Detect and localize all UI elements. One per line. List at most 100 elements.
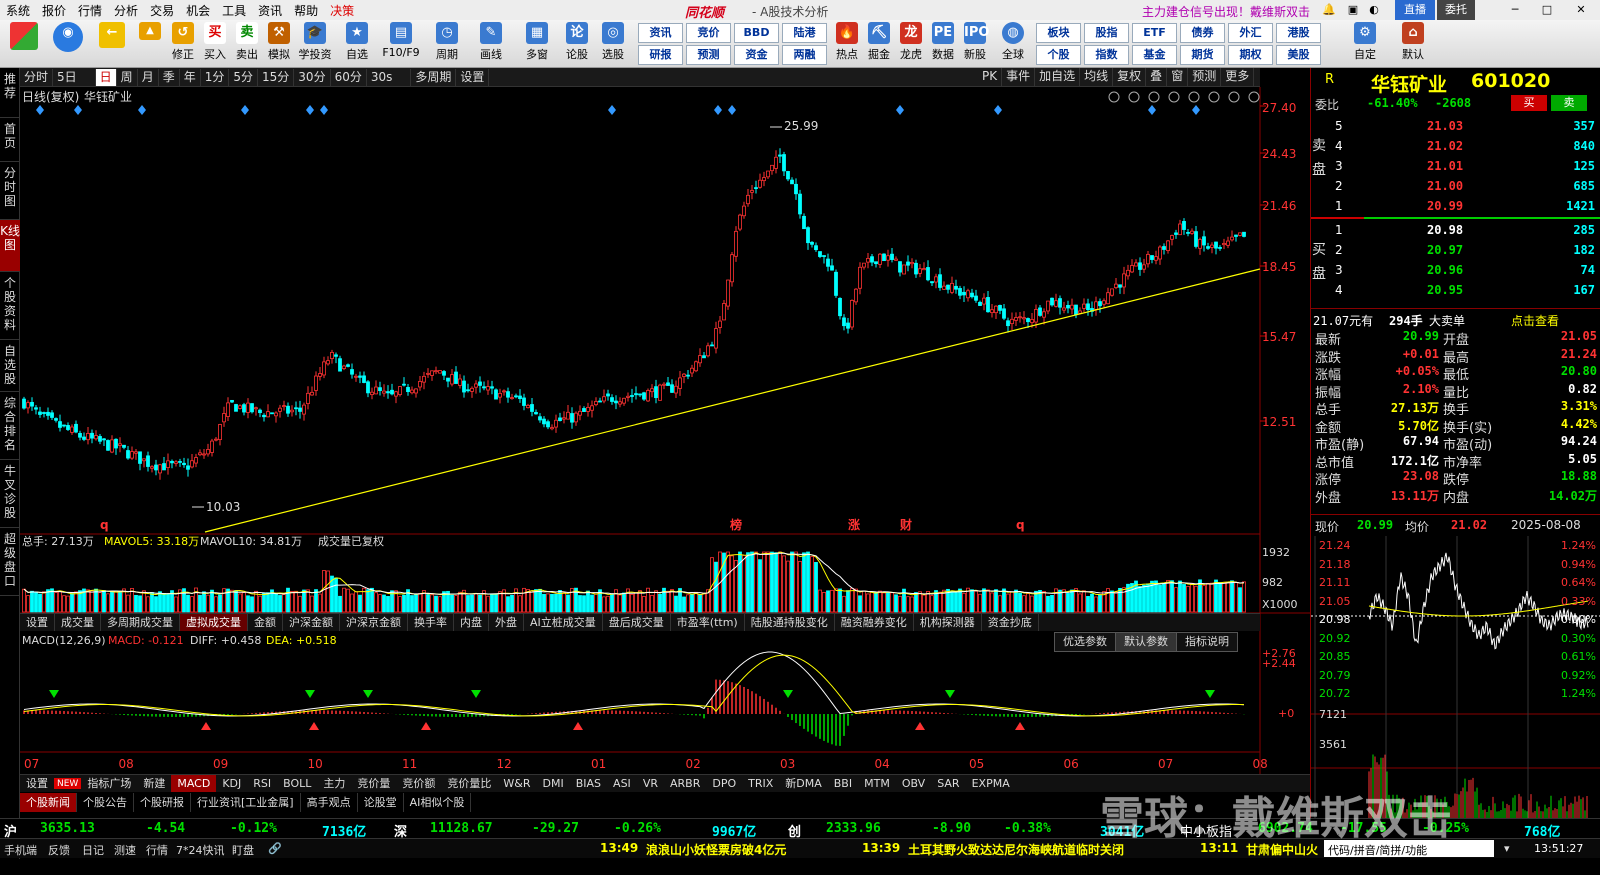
bt-dpo[interactable]: DPO xyxy=(706,775,742,792)
period-5min[interactable]: 5分 xyxy=(229,68,259,86)
live-button[interactable]: 直播 xyxy=(1395,0,1435,20)
quick-stock[interactable]: 个股 xyxy=(1036,45,1081,65)
menu-help[interactable]: 帮助 xyxy=(288,2,324,19)
kline-chart-area[interactable]: 日线(复权) 华钰矿业 25.99 10.03 27.40 24.43 21.4… xyxy=(20,87,1310,774)
period-settings[interactable]: 设置 xyxy=(456,68,490,86)
skin-icon[interactable]: ◐ xyxy=(1366,0,1382,20)
period-60min[interactable]: 60分 xyxy=(331,68,367,86)
bt-rsi[interactable]: RSI xyxy=(247,775,277,792)
quick-funds[interactable]: 资金 xyxy=(734,45,779,65)
news-tab-industry[interactable]: 行业资讯[工业金属] xyxy=(191,793,301,812)
period-quarter[interactable]: 季 xyxy=(159,68,180,86)
quick-hk-stock[interactable]: 港股 xyxy=(1276,23,1321,43)
pk-button[interactable]: PK xyxy=(978,68,1003,87)
big-order-row[interactable]: 21.07元有 294手 大卖单 点击查看 xyxy=(1311,308,1600,328)
bt-arbr[interactable]: ARBR xyxy=(664,775,706,792)
news-tab-forum[interactable]: 论股堂 xyxy=(358,793,404,812)
ind-tab-volume[interactable]: 成交量 xyxy=(55,614,101,631)
ask-level-4[interactable]: 4 21.02 840 xyxy=(1311,136,1600,156)
forecast-button[interactable]: 预测 xyxy=(1188,68,1222,87)
bt-bias[interactable]: BIAS xyxy=(570,775,607,792)
quick-hk-connect[interactable]: 陆港 xyxy=(782,23,827,43)
status-speedtest[interactable]: 测速 xyxy=(114,842,136,858)
promo-link[interactable]: 主力建仓信号出现！ xyxy=(1142,3,1250,20)
ask-level-3[interactable]: 3 21.01 125 xyxy=(1311,156,1600,176)
multi-window-button[interactable]: ▦ 多窗 xyxy=(522,22,552,62)
period-week[interactable]: 周 xyxy=(117,68,138,86)
status-diary[interactable]: 日记 xyxy=(82,842,104,858)
param-default[interactable]: 默认参数 xyxy=(1115,632,1177,652)
promo-link-2[interactable]: 戴维斯双击 xyxy=(1250,3,1310,20)
bt-asi[interactable]: ASI xyxy=(607,775,637,792)
quick-bbd[interactable]: BBD xyxy=(734,23,779,43)
leftnav-diagnosis[interactable]: 牛叉诊股 xyxy=(0,460,20,528)
bt-auction-vol[interactable]: 竞价量 xyxy=(351,775,396,792)
ind-tab-margin[interactable]: 融资融券变化 xyxy=(835,614,914,631)
ind-tab-ai-volume[interactable]: AI立桩成交量 xyxy=(524,614,603,631)
ind-tab-pe-ttm[interactable]: 市盈率(ttm) xyxy=(671,614,745,631)
quick-index[interactable]: 指数 xyxy=(1084,45,1129,65)
quick-futures[interactable]: 期货 xyxy=(1180,45,1225,65)
leftnav-ranking[interactable]: 综合排名 xyxy=(0,392,20,460)
bt-auction-ratio[interactable]: 竞价量比 xyxy=(441,775,497,792)
add-watchlist-button[interactable]: 加自选 xyxy=(1035,68,1081,87)
quick-bond[interactable]: 债券 xyxy=(1180,23,1225,43)
bt-sar[interactable]: SAR xyxy=(931,775,965,792)
quick-buy-button[interactable]: 买 xyxy=(1511,95,1547,111)
quick-margin[interactable]: 两融 xyxy=(782,45,827,65)
menu-analysis[interactable]: 分析 xyxy=(108,2,144,19)
ask-level-2[interactable]: 2 21.00 685 xyxy=(1311,176,1600,196)
more-button[interactable]: 更多 xyxy=(1221,68,1255,87)
period-month[interactable]: 月 xyxy=(138,68,159,86)
menu-news[interactable]: 资讯 xyxy=(252,2,288,19)
bt-new-dma[interactable]: 新DMA xyxy=(779,775,828,792)
param-optimized[interactable]: 优选参数 xyxy=(1054,632,1116,652)
bid-level-1[interactable]: 1 20.98 285 xyxy=(1311,220,1600,240)
leftnav-recommend[interactable]: 推荐 xyxy=(0,68,20,118)
ind-tab-inner[interactable]: 内盘 xyxy=(454,614,489,631)
link-icon[interactable]: 🔗 xyxy=(268,842,282,855)
bt-macd[interactable]: MACD xyxy=(171,775,217,792)
default-button[interactable]: ⌂ 默认 xyxy=(1398,22,1428,62)
bt-new[interactable]: 新建 xyxy=(137,775,171,792)
ipo-button[interactable]: IPO 新股 xyxy=(960,22,990,62)
news-tab-ai-similar[interactable]: AI相似个股 xyxy=(404,793,472,812)
back-arrow-icon[interactable]: ← xyxy=(96,22,128,50)
news-ticker-2[interactable]: 土耳其野火致达达尼尔海峡航道临时关闭 xyxy=(908,841,1124,858)
bt-expma[interactable]: EXPMA xyxy=(966,775,1016,792)
quick-us-stock[interactable]: 美股 xyxy=(1276,45,1321,65)
ask-level-1[interactable]: 1 20.99 1421 xyxy=(1311,196,1600,216)
quick-auction[interactable]: 竞价 xyxy=(686,23,731,43)
robot-assistant-icon[interactable]: ◉ xyxy=(50,22,86,54)
bt-vr[interactable]: VR xyxy=(637,775,664,792)
period-15min[interactable]: 15分 xyxy=(258,68,295,86)
ma-button[interactable]: 均线 xyxy=(1080,68,1114,87)
bt-bbi[interactable]: BBI xyxy=(828,775,858,792)
quick-etf[interactable]: ETF xyxy=(1132,23,1177,43)
bt-trix[interactable]: TRIX xyxy=(742,775,779,792)
period-30s[interactable]: 30s xyxy=(367,68,412,86)
ind-tab-institution[interactable]: 机构探测器 xyxy=(914,614,982,631)
ind-tab-amount[interactable]: 金额 xyxy=(248,614,283,631)
close-icon[interactable]: ✕ xyxy=(1564,0,1598,20)
bell-icon[interactable]: 🔔 xyxy=(1320,0,1338,20)
news-ticker-1[interactable]: 浪浪山小妖怪票房破4亿元 xyxy=(646,841,786,858)
bt-boll[interactable]: BOLL xyxy=(277,775,317,792)
watchlist-button[interactable]: ★ 自选 xyxy=(342,22,372,62)
bid-level-2[interactable]: 2 20.97 182 xyxy=(1311,240,1600,260)
quick-index-futures[interactable]: 股指 xyxy=(1084,23,1129,43)
period-5day[interactable]: 5日 xyxy=(53,68,96,86)
leftnav-profile[interactable]: 个股资料 xyxy=(0,272,20,340)
stock-picker-button[interactable]: ◎ 选股 xyxy=(598,22,628,62)
gift-icon[interactable]: ▣ xyxy=(1344,0,1362,20)
status-quote[interactable]: 行情 xyxy=(146,842,168,858)
search-icon[interactable]: ▾ xyxy=(1504,842,1510,855)
news-tab-expert[interactable]: 高手观点 xyxy=(301,793,358,812)
status-feedback[interactable]: 反馈 xyxy=(48,842,70,858)
overlay-button[interactable]: 叠 xyxy=(1146,68,1168,87)
news-tab-announcements[interactable]: 个股公告 xyxy=(77,793,134,812)
news-tab-research[interactable]: 个股研报 xyxy=(134,793,191,812)
big-order-view-link[interactable]: 点击查看 xyxy=(1511,312,1559,329)
quick-fund[interactable]: 基金 xyxy=(1132,45,1177,65)
ind-tab-turnover[interactable]: 换手率 xyxy=(408,614,454,631)
